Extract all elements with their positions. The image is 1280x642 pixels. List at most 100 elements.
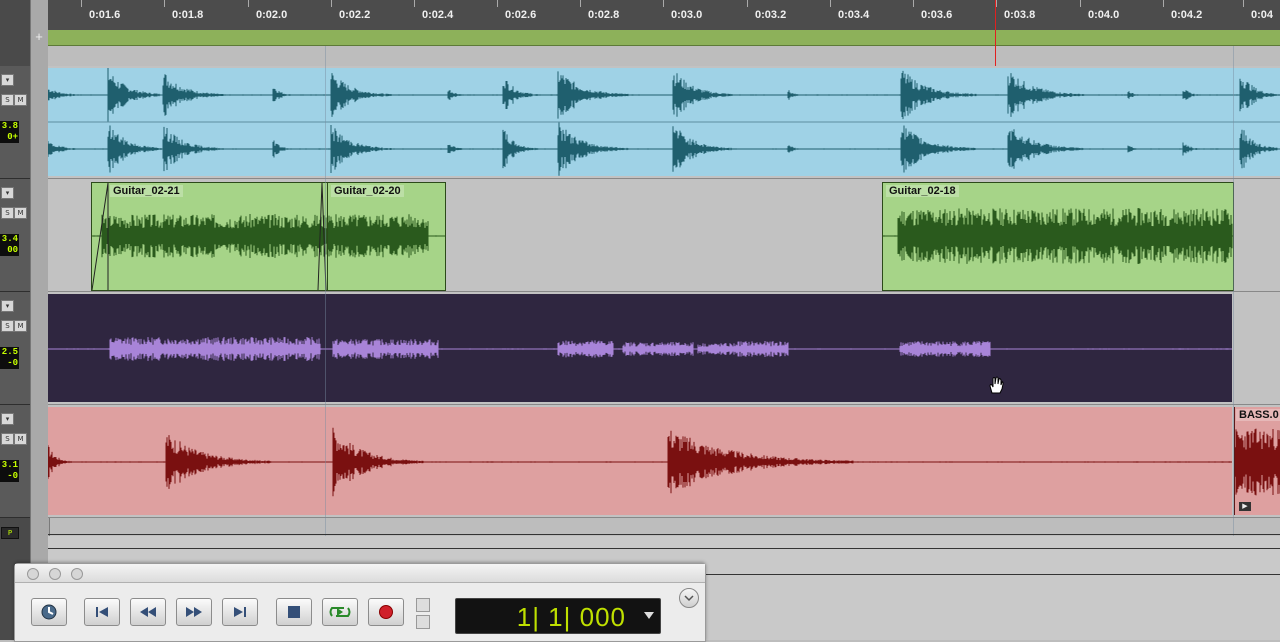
track-menu-icon[interactable]: ▾ — [1, 74, 14, 86]
track-menu-icon[interactable]: ▾ — [1, 300, 14, 312]
clip-name: Guitar_02-18 — [886, 185, 959, 197]
grabber-hand-icon — [986, 375, 1006, 395]
marker-ruler[interactable] — [48, 30, 1280, 46]
zoom-window-button[interactable] — [71, 568, 83, 580]
rewind-button[interactable] — [130, 598, 166, 626]
play-button[interactable] — [322, 598, 358, 626]
clip-synth[interactable] — [48, 294, 1232, 402]
ruler-tick — [1243, 0, 1244, 7]
mute-button[interactable]: M — [14, 94, 27, 106]
mute-button[interactable]: M — [14, 433, 27, 445]
timeline-ruler[interactable]: 0:01.6 0:01.8 0:02.0 0:02.2 0:02.4 0:02.6 0:02… — [48, 0, 1280, 31]
record-icon — [379, 605, 393, 619]
mute-button[interactable]: M — [14, 320, 27, 332]
record-button[interactable] — [368, 598, 404, 626]
clock-icon — [41, 604, 57, 620]
ruler-time-label: 0:03.8 — [1004, 9, 1036, 21]
track-volume-readout: 3.4 00 — [0, 234, 19, 256]
loop-icon: ▶ — [1239, 502, 1251, 511]
ruler-time-label: 0:03.0 — [671, 9, 703, 21]
go-to-end-icon — [234, 607, 246, 617]
main-counter[interactable]: 1| 1| 000 — [455, 598, 661, 634]
ruler-tick — [164, 0, 165, 7]
track-header-column: ▾ S M 3.8 0+ ▾ S M 3.4 00 ▾ S M 2.5 -0 ▾ S … — [0, 0, 30, 640]
track-header-drums: ▾ S M 3.8 0+ — [0, 66, 30, 179]
ruler-tick — [248, 0, 249, 7]
drums-waveform — [48, 68, 1280, 176]
ruler-time-label: 0:02.6 — [505, 9, 537, 21]
clip-name: BASS.0 — [1236, 409, 1280, 421]
ruler-time-label: 0:03.4 — [838, 9, 870, 21]
ruler-tick — [497, 0, 498, 7]
track-divider[interactable] — [30, 0, 50, 640]
track-header-synth: ▾ S M 2.5 -0 — [0, 292, 30, 405]
guitar-waveform — [328, 183, 445, 290]
track-header-bass: ▾ S M 3.1 -0 — [0, 405, 30, 518]
track-volume-readout: 3.1 -0 — [0, 460, 19, 482]
pan-value: 0+ — [7, 132, 18, 142]
transport-expand-icon[interactable] — [416, 598, 430, 629]
return-to-zero-button[interactable] — [84, 598, 120, 626]
clip-guitar-1[interactable]: Guitar_02-21 — [91, 182, 329, 291]
guitar-waveform — [92, 183, 328, 290]
fast-forward-icon — [186, 607, 202, 617]
close-window-button[interactable] — [27, 568, 39, 580]
ruler-time-label: 0:02.4 — [422, 9, 454, 21]
pan-value: -0 — [7, 358, 18, 368]
solo-button[interactable]: S — [1, 320, 14, 332]
clip-drums[interactable] — [48, 68, 1280, 176]
counter-value: 1| 1| 000 — [516, 602, 626, 632]
clip-guitar-2[interactable]: Guitar_02-20 — [327, 182, 446, 291]
ruler-tick — [996, 0, 997, 7]
playhead[interactable] — [995, 0, 996, 66]
ruler-tick — [414, 0, 415, 7]
track-menu-icon[interactable]: ▾ — [1, 187, 14, 199]
pan-value: -0 — [7, 471, 18, 481]
solo-button[interactable]: S — [1, 94, 14, 106]
ruler-tick — [913, 0, 914, 7]
chevron-down-icon — [684, 595, 694, 602]
clip-bass-2[interactable]: BASS.0 ▶ — [1234, 407, 1280, 515]
grid-line — [1233, 46, 1234, 566]
ruler-tick — [830, 0, 831, 7]
minimize-window-button[interactable] — [49, 568, 61, 580]
ruler-time-label: 0:04 — [1251, 9, 1274, 21]
fast-forward-button[interactable] — [176, 598, 212, 626]
ruler-tick — [81, 0, 82, 7]
divider-line — [48, 548, 1280, 549]
playlist-label: P — [7, 529, 13, 537]
ruler-tick — [331, 0, 332, 7]
transport-title-bar[interactable] — [15, 564, 705, 583]
ruler-time-label: 0:01.6 — [89, 9, 121, 21]
loop-play-icon — [329, 607, 351, 617]
online-button[interactable] — [31, 598, 67, 626]
counter-options-button[interactable] — [679, 588, 699, 608]
solo-button[interactable]: S — [1, 433, 14, 445]
ruler-time-label: 0:04.0 — [1088, 9, 1120, 21]
ruler-time-label: 0:02.0 — [256, 9, 288, 21]
counter-dropdown-icon[interactable] — [644, 612, 654, 619]
mute-button[interactable]: M — [14, 207, 27, 219]
clip-guitar-3[interactable]: Guitar_02-18 — [882, 182, 1234, 291]
return-to-zero-icon — [96, 607, 108, 617]
grid-line — [325, 46, 326, 566]
add-marker-icon[interactable]: + — [32, 30, 46, 44]
stop-button[interactable] — [276, 598, 312, 626]
track-header-guitar: ▾ S M 3.4 00 — [0, 179, 30, 292]
stop-icon — [288, 606, 300, 618]
clip-bass[interactable] — [48, 407, 1232, 515]
go-to-end-button[interactable] — [222, 598, 258, 626]
track-menu-icon[interactable]: ▾ — [1, 413, 14, 425]
synth-waveform — [48, 294, 1232, 402]
clip-name: Guitar_02-20 — [331, 185, 404, 197]
solo-button[interactable]: S — [1, 207, 14, 219]
ruler-tick — [747, 0, 748, 7]
ruler-tick — [1080, 0, 1081, 7]
volume-value: 3.4 — [1, 234, 18, 244]
volume-value: 3.1 — [1, 460, 18, 470]
volume-value: 3.8 — [1, 121, 18, 131]
ruler-tick — [663, 0, 664, 7]
playlist-button[interactable]: P — [1, 527, 19, 539]
ruler-time-label: 0:02.8 — [588, 9, 620, 21]
clip-name: Guitar_02-21 — [110, 185, 183, 197]
